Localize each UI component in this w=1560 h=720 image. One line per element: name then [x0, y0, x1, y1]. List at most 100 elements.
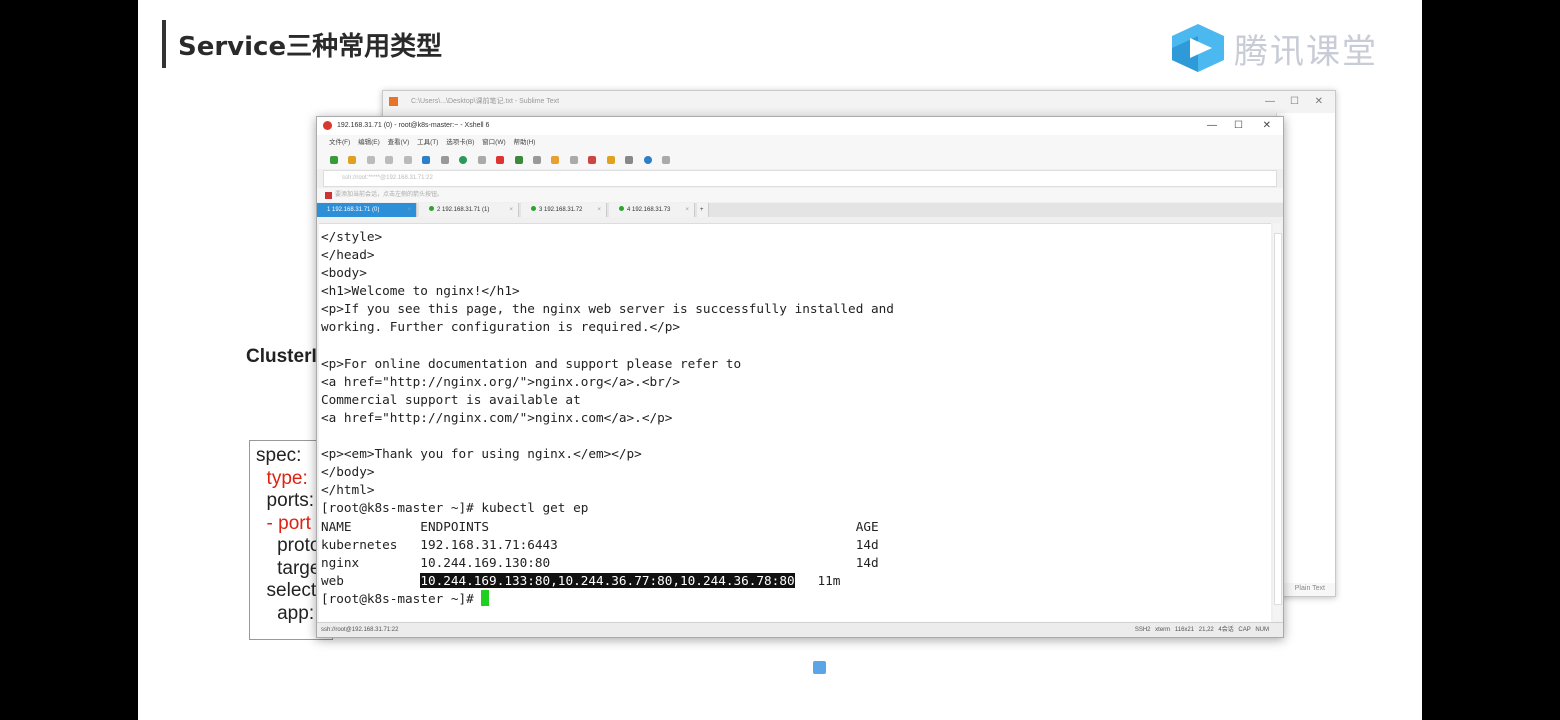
xshell-window[interactable]: 192.168.31.71 (0) - root@k8s-master:~ - …: [316, 116, 1284, 674]
tab-close-icon[interactable]: ×: [509, 203, 513, 217]
connected-dot-icon: [531, 206, 536, 211]
xshell-title-bar[interactable]: 192.168.31.71 (0) - root@k8s-master:~ - …: [317, 117, 1283, 135]
sublime-minimap[interactable]: [1276, 113, 1335, 583]
terminal-line: NAME ENDPOINTS AGE: [321, 518, 879, 534]
open-folder-icon[interactable]: [348, 156, 357, 164]
tab-close-icon[interactable]: ×: [685, 203, 689, 217]
play-icon: [1168, 22, 1228, 74]
sublime-title: C:\Users\...\Desktop\课前笔记.txt - Sublime …: [411, 98, 560, 105]
help-icon[interactable]: [643, 156, 652, 164]
new-session-icon[interactable]: [330, 156, 338, 164]
minimize-icon[interactable]: —: [1207, 117, 1217, 135]
tencent-classroom-logo: 腾讯课堂: [1168, 22, 1378, 74]
status-bar: ssh://root@192.168.31.71:22 SSH2 xterm 1…: [317, 622, 1283, 637]
terminal-line: <p><em>Thank you for using nginx.</em></…: [321, 446, 642, 462]
layout-icon[interactable]: [440, 156, 449, 164]
web-row-name: web: [321, 572, 421, 588]
terminal-line: <h1>Welcome to nginx!</h1>: [321, 283, 520, 299]
globe-icon[interactable]: [459, 156, 468, 164]
properties-icon[interactable]: [422, 156, 431, 164]
highlight-icon[interactable]: [588, 156, 597, 164]
logo-text: 腾讯课堂: [1234, 31, 1378, 72]
copy-icon[interactable]: [385, 156, 394, 164]
menu-item[interactable]: 帮助(H): [513, 139, 535, 146]
status-connection: ssh://root@192.168.31.71:22: [321, 627, 399, 633]
web-row-age: 11m: [794, 572, 841, 588]
terminal-line: <a href="http://nginx.com/">nginx.com</a…: [321, 409, 673, 425]
fullscreen-icon[interactable]: [532, 156, 541, 164]
session-tab-label: 1 192.168.31.71 (0): [327, 207, 380, 213]
xftp-icon[interactable]: [496, 156, 505, 164]
address-bar[interactable]: ssh://root:*****@192.168.31.71:22: [323, 170, 1277, 187]
terminal-line: <p>For online documentation and support …: [321, 355, 742, 371]
session-tab[interactable]: 4 192.168.31.73 ×: [609, 203, 695, 217]
session-tabs: 1 192.168.31.71 (0) × 2 192.168.31.71 (1) ×…: [317, 203, 1283, 217]
session-tab[interactable]: 1 192.168.31.71 (0) ×: [317, 203, 417, 217]
menu-item[interactable]: 查看(V): [388, 139, 417, 146]
xshell-app-icon: [323, 121, 332, 130]
terminal-line: </head>: [321, 247, 375, 263]
menu-item[interactable]: 窗口(W): [482, 139, 513, 146]
terminal-line: [root@k8s-master ~]# kubectl get ep: [321, 500, 589, 516]
menu-item[interactable]: 选项卡(B): [446, 139, 482, 146]
sublime-title-bar[interactable]: C:\Users\...\Desktop\课前笔记.txt - Sublime …: [383, 91, 1335, 113]
clusterip-label: ClusterI: [246, 346, 317, 367]
session-tab-label: 2 192.168.31.71 (1): [437, 207, 490, 213]
disconnect-icon[interactable]: [366, 156, 375, 164]
terminal-line: </body>: [321, 464, 375, 480]
terminal-line: working. Further configuration is requir…: [321, 319, 681, 335]
terminal-line: <body>: [321, 265, 367, 281]
menu-item[interactable]: 文件(F): [329, 139, 358, 146]
maximize-icon[interactable]: ☐: [1290, 91, 1299, 113]
session-tab-label: 4 192.168.31.73: [627, 207, 671, 213]
session-tab-label: 3 192.168.31.72: [539, 207, 583, 213]
session-hint-bar: 要添加当前会话，点击左侧的箭头按钮。: [317, 188, 1283, 202]
terminal-line: </html>: [321, 482, 375, 498]
terminal-cursor[interactable]: [481, 589, 490, 606]
tab-close-icon[interactable]: ×: [597, 203, 601, 217]
menu-item[interactable]: 工具(T): [417, 139, 446, 146]
terminal-line: <a href="http://nginx.org/">nginx.org</a…: [321, 373, 681, 389]
minimize-icon[interactable]: —: [1265, 91, 1275, 113]
slide-title: Service三种常用类型: [178, 32, 443, 62]
sublime-app-icon: [389, 97, 398, 106]
terminal-line: <p>If you see this page, the nginx web s…: [321, 301, 894, 317]
terminal[interactable]: </style> </head> <body> <h1>Welcome to n…: [319, 223, 1271, 674]
close-icon[interactable]: ✕: [1315, 91, 1323, 113]
xshell-title: 192.168.31.71 (0) - root@k8s-master:~ - …: [337, 122, 490, 129]
lock-icon[interactable]: [551, 156, 560, 164]
slide: Service三种常用类型 腾讯课堂 ClusterI spec: type: …: [138, 0, 1422, 720]
toolbar: [317, 151, 1283, 169]
shell-prompt: [root@k8s-master ~]#: [321, 590, 482, 606]
terminal-line: Commercial support is available at: [321, 391, 581, 407]
script-icon[interactable]: [606, 156, 615, 164]
settings-icon[interactable]: [662, 156, 671, 164]
status-info: SSH2 xterm 116x21 21,22 4会话 CAP NUM: [1134, 627, 1269, 633]
session-tab[interactable]: 2 192.168.31.71 (1) ×: [419, 203, 519, 217]
new-tab-icon[interactable]: +: [697, 203, 709, 217]
terminal-line: kubernetes 192.168.31.71:6443 14d: [321, 536, 879, 552]
session-hint-text: 要添加当前会话，点击左侧的箭头按钮。: [335, 192, 444, 198]
terminal-line: nginx 10.244.169.130:80 14d: [321, 554, 879, 570]
sublime-syntax-label[interactable]: Plain Text: [1295, 585, 1325, 592]
chat-bubble-icon[interactable]: [813, 661, 826, 674]
close-icon[interactable]: ✕: [1263, 117, 1271, 135]
find-icon[interactable]: [403, 156, 412, 164]
window-icon[interactable]: [625, 156, 634, 164]
connected-dot-icon: [619, 206, 624, 211]
bookmark-icon: [325, 192, 332, 199]
menu-bar: 文件(F) 编辑(E) 查看(V) 工具(T) 选项卡(B) 窗口(W) 帮助(…: [317, 135, 1283, 151]
terminal-scrollbar[interactable]: [1273, 223, 1282, 621]
scrollbar-thumb[interactable]: [1274, 233, 1282, 605]
selected-endpoints[interactable]: 10.244.169.133:80,10.244.36.77:80,10.244…: [420, 572, 795, 588]
session-tab[interactable]: 3 192.168.31.72 ×: [521, 203, 607, 217]
keyboard-icon[interactable]: [569, 156, 578, 164]
menu-item[interactable]: 编辑(E): [358, 139, 387, 146]
terminal-output[interactable]: </style> </head> <body> <h1>Welcome to n…: [319, 224, 1271, 608]
maximize-icon[interactable]: ☐: [1234, 117, 1243, 135]
connected-dot-icon: [429, 206, 434, 211]
transfer-icon[interactable]: [514, 156, 523, 164]
tab-close-icon[interactable]: ×: [407, 203, 411, 217]
font-icon[interactable]: [477, 156, 486, 164]
terminal-line: </style>: [321, 229, 383, 244]
